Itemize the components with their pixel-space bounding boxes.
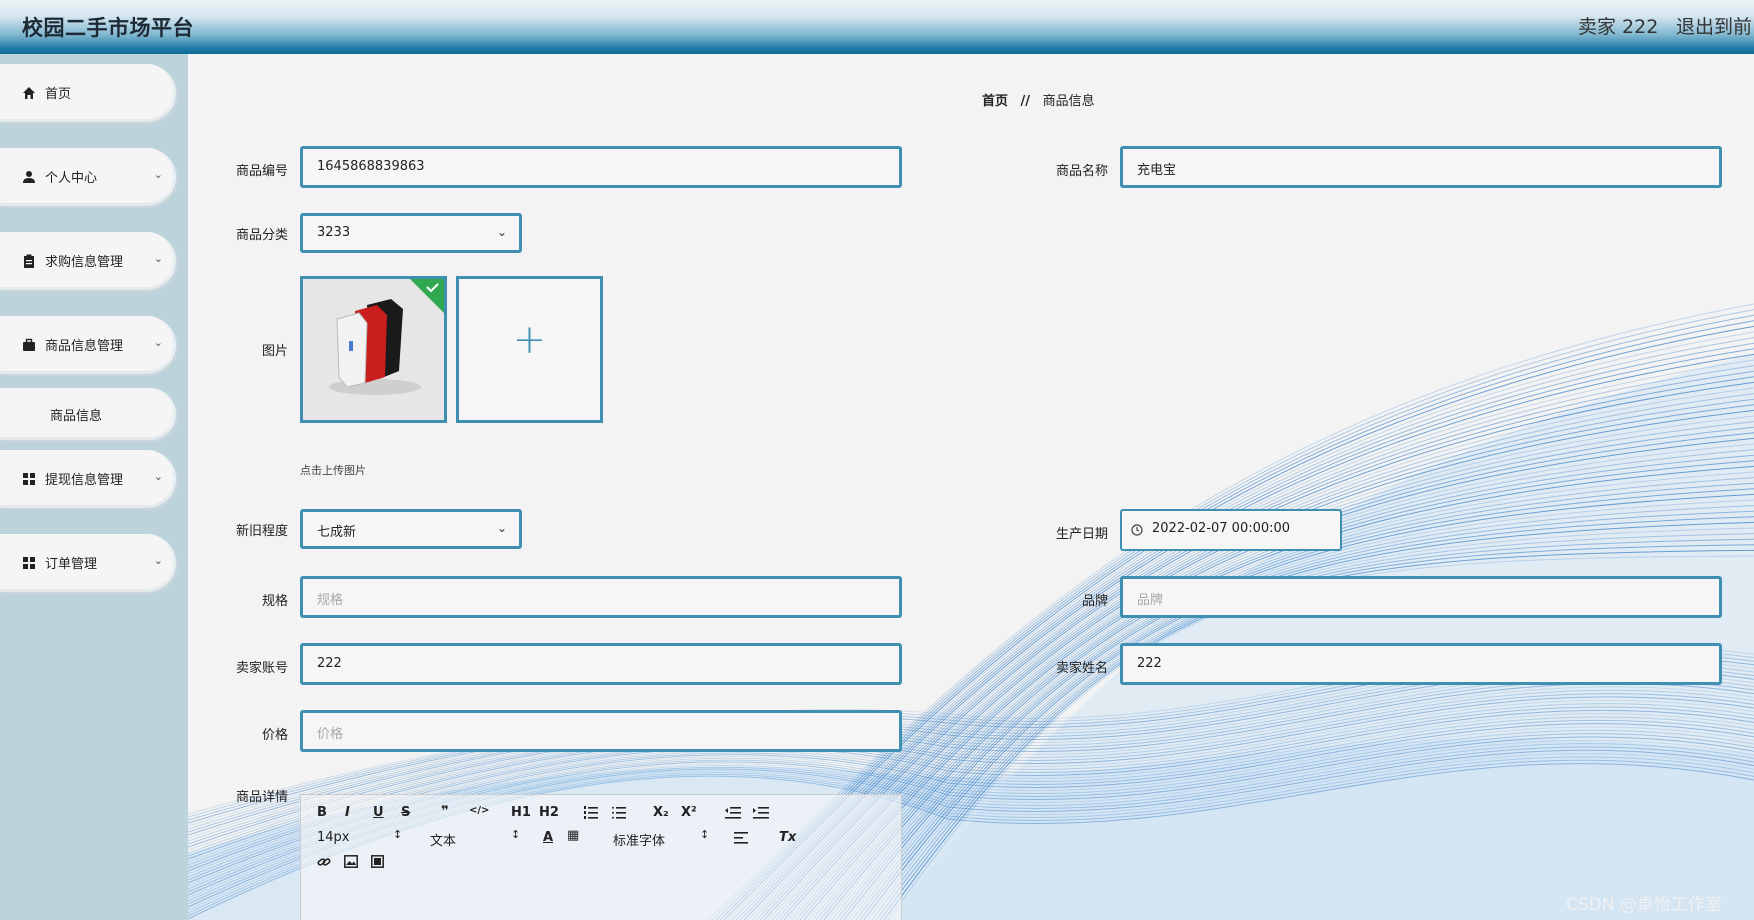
breadcrumb-current: 商品信息 (1042, 94, 1095, 109)
upload-tip: 点击上传图片 (300, 464, 366, 477)
sidebar-item-home[interactable]: 首页 (0, 64, 176, 122)
brand-input[interactable]: 品牌 (1120, 576, 1722, 618)
price-input[interactable]: 价格 (300, 710, 902, 752)
condition-select[interactable]: 七成新 ⌄ (300, 509, 522, 549)
sidebar-item-goods-management[interactable]: 商品信息管理 ⌄ (0, 316, 176, 374)
brand-label: 品牌 (1081, 594, 1108, 609)
category-select[interactable]: 3233 ⌄ (300, 213, 522, 253)
category-label: 商品分类 (235, 228, 288, 243)
main-content: 首页 // 商品信息 商品编号 1645868839863 商品名称 充电宝 商… (188, 54, 1754, 920)
font-family-arrows-icon: ↕ (700, 828, 710, 841)
current-user: 卖家 222 (1578, 16, 1659, 38)
bullet-list-icon[interactable] (612, 806, 626, 819)
grid-icon (23, 473, 35, 485)
goods-name-input[interactable]: 充电宝 (1120, 146, 1722, 188)
user-icon (23, 171, 35, 183)
indent-icon[interactable] (753, 806, 769, 819)
sidebar-item-label: 求购信息管理 (45, 255, 124, 270)
grid-icon (23, 557, 35, 569)
plus-icon: + (512, 317, 547, 363)
chevron-down-icon: ⌄ (153, 168, 163, 181)
price-label: 价格 (261, 728, 288, 743)
bold-button[interactable]: B (317, 805, 327, 820)
sidebar: 首页 个人中心 ⌄ 求购信息管理 ⌄ 商品信息管理 ⌄ 商品信息 提现信息管理 … (0, 54, 188, 920)
briefcase-icon (23, 338, 35, 351)
category-value: 3233 (317, 225, 351, 240)
goods-name-label: 商品名称 (1055, 164, 1108, 179)
background-color-icon[interactable]: ▦ (567, 828, 579, 843)
clear-format-button[interactable]: Tx (779, 830, 796, 845)
chevron-down-icon: ⌄ (496, 521, 507, 535)
chevron-down-icon: ⌄ (153, 554, 163, 567)
seller-account-label: 卖家账号 (235, 661, 288, 676)
spec-label: 规格 (261, 594, 288, 609)
outdent-icon[interactable] (725, 806, 741, 819)
seller-name-label: 卖家姓名 (1055, 661, 1108, 676)
underline-button[interactable]: U (373, 805, 384, 820)
power-bank-photo (303, 279, 444, 420)
ordered-list-icon[interactable] (584, 806, 598, 819)
app-title: 校园二手市场平台 (22, 16, 194, 40)
production-date-picker[interactable]: 2022-02-07 00:00:00 (1120, 509, 1342, 551)
exit-to-frontend-link[interactable]: 退出到前台 (1676, 12, 1754, 39)
subscript-button[interactable]: X₂ (653, 805, 669, 820)
image-label: 图片 (261, 344, 288, 359)
font-size-select[interactable]: 14px (317, 830, 350, 845)
production-date-value: 2022-02-07 00:00:00 (1152, 521, 1291, 536)
breadcrumb: 首页 // 商品信息 (982, 90, 1095, 109)
sidebar-item-label: 提现信息管理 (45, 473, 124, 488)
clipboard-icon (24, 254, 34, 268)
uploaded-image-thumbnail[interactable] (300, 276, 447, 423)
sidebar-item-label: 个人中心 (45, 171, 98, 186)
chevron-down-icon: ⌄ (153, 336, 163, 349)
sidebar-item-label: 订单管理 (45, 557, 98, 572)
video-icon[interactable] (371, 855, 384, 868)
image-icon[interactable] (344, 855, 358, 868)
code-icon[interactable]: </> (469, 805, 489, 816)
goods-code-label: 商品编号 (235, 164, 288, 179)
chevron-down-icon: ⌄ (153, 252, 163, 265)
condition-label: 新旧程度 (235, 524, 288, 539)
strike-button[interactable]: S (401, 805, 410, 820)
sidebar-item-withdraw-management[interactable]: 提现信息管理 ⌄ (0, 450, 176, 508)
upload-image-button[interactable]: + (456, 276, 603, 423)
sidebar-item-purchase-management[interactable]: 求购信息管理 ⌄ (0, 232, 176, 290)
watermark: CSDN @卓怡工作室 (1566, 895, 1722, 915)
font-size-arrows-icon: ↕ (393, 828, 403, 841)
text-color-button[interactable]: A (543, 830, 553, 845)
h1-button[interactable]: H1 (511, 805, 531, 820)
chevron-down-icon: ⌄ (496, 225, 507, 239)
quote-icon[interactable]: ❞ (441, 804, 449, 819)
production-date-label: 生产日期 (1055, 527, 1108, 542)
link-icon[interactable] (317, 855, 331, 869)
sidebar-item-label: 商品信息管理 (45, 339, 124, 354)
seller-name-input[interactable]: 222 (1120, 643, 1722, 685)
font-family-select[interactable]: 标准字体 (613, 830, 665, 849)
goods-code-input[interactable]: 1645868839863 (300, 146, 902, 188)
details-label: 商品详情 (235, 790, 288, 805)
spec-input[interactable]: 规格 (300, 576, 902, 618)
paragraph-select[interactable]: 文本 (430, 830, 456, 849)
rich-text-editor[interactable]: B I U S ❞ </> H1 H2 X₂ X² 14px ↕ 文本 ↕ A … (300, 794, 902, 920)
italic-button[interactable]: I (345, 805, 350, 820)
breadcrumb-separator: // (1020, 94, 1031, 109)
superscript-button[interactable]: X² (681, 805, 697, 820)
condition-value: 七成新 (317, 525, 357, 540)
align-icon[interactable] (734, 832, 748, 844)
top-bar: 校园二手市场平台 卖家 222 退出到前台 (0, 0, 1754, 54)
sidebar-item-label: 商品信息 (50, 409, 103, 424)
home-icon (23, 87, 35, 99)
sidebar-subitem-goods-info[interactable]: 商品信息 (0, 388, 176, 440)
clock-icon (1131, 524, 1143, 536)
paragraph-arrows-icon: ↕ (511, 828, 521, 841)
h2-button[interactable]: H2 (539, 805, 559, 820)
sidebar-item-personal-center[interactable]: 个人中心 ⌄ (0, 148, 176, 206)
breadcrumb-home[interactable]: 首页 (982, 94, 1008, 109)
chevron-down-icon: ⌄ (153, 470, 163, 483)
seller-account-input[interactable]: 222 (300, 643, 902, 685)
sidebar-item-order-management[interactable]: 订单管理 ⌄ (0, 534, 176, 592)
sidebar-item-label: 首页 (45, 87, 72, 102)
